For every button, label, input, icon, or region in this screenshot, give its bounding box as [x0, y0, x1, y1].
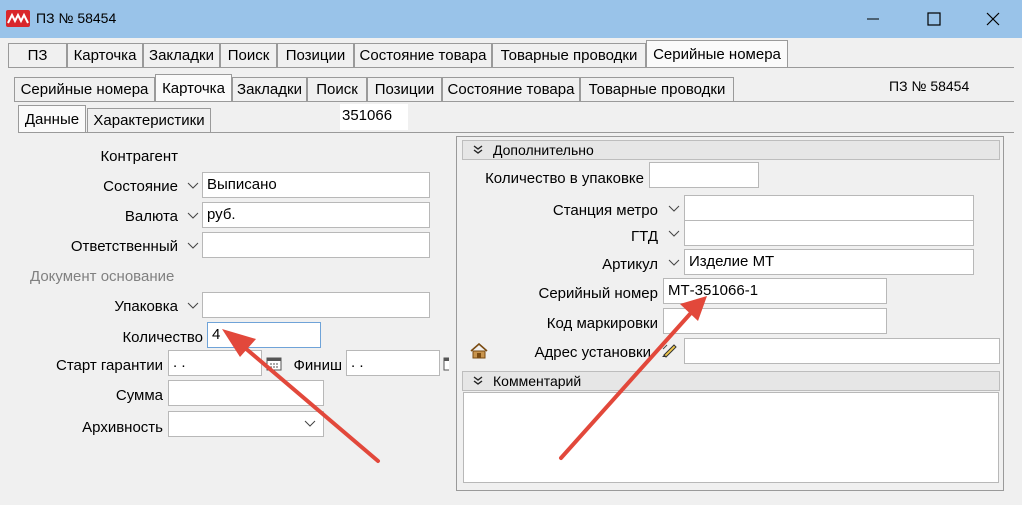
- arrow-to-serial-number: [559, 296, 707, 460]
- arrow-to-kolichestvo: [222, 329, 380, 463]
- annotation-arrows: [222, 296, 707, 463]
